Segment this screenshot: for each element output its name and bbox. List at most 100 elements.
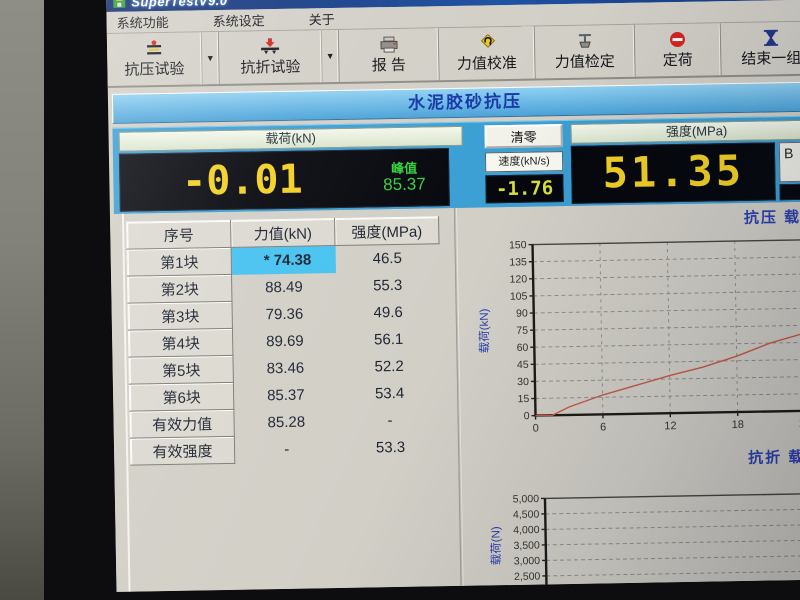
force-cell[interactable]: 83.46: [233, 354, 337, 383]
end-group-icon: [763, 28, 779, 46]
hold-load-button[interactable]: 定荷: [635, 23, 722, 76]
toolbar: 抗压试验 ▼ 抗折试验 ▼ 报 告: [107, 22, 800, 88]
compression-test-group: 抗压试验 ▼: [107, 32, 220, 86]
strength-label: 强度(MPa): [570, 120, 800, 144]
row-label: 第3块: [128, 301, 232, 330]
force-cell[interactable]: 85.37: [233, 381, 337, 410]
force-calibrate-icon: [477, 33, 495, 51]
svg-text:3,500: 3,500: [513, 540, 540, 552]
svg-text:5,000: 5,000: [513, 493, 540, 505]
row-label: 第1块: [127, 247, 231, 276]
svg-text:3,000: 3,000: [514, 555, 541, 567]
load-lcd: -0.01 峰值 85.37: [119, 148, 450, 212]
speed-value: -1.76: [485, 174, 563, 203]
menu-item-system-settings[interactable]: 系统设定: [212, 10, 264, 30]
peak-value: 85.37: [364, 175, 444, 195]
force-cell[interactable]: 85.28: [234, 408, 338, 437]
flexural-test-icon: [259, 37, 281, 55]
svg-text:150: 150: [509, 239, 527, 251]
photo-of-monitor: SuperTestV9.0 系统功能 系统设定 关于 抗压试验 ▼: [0, 0, 800, 600]
header-force: 力值(kN): [231, 219, 335, 248]
load-display-group: 载荷(kN) -0.01 峰值 85.37: [119, 126, 464, 212]
compression-test-dropdown[interactable]: ▼: [202, 32, 219, 84]
header-strength: 强度(MPa): [335, 217, 439, 246]
svg-text:载荷(N): 载荷(N): [489, 526, 503, 565]
speed-group: 清零 速度(kN/s) -1.76: [484, 124, 563, 203]
row-label: 第2块: [128, 274, 232, 303]
force-cell[interactable]: 79.36: [232, 300, 336, 329]
results-panel: 序号 力值(kN) 强度(MPa) 第1块 * 74.38 46.5 第2块 8…: [122, 208, 461, 592]
force-cell[interactable]: 88.49: [232, 273, 336, 302]
main-area: 序号 力值(kN) 强度(MPa) 第1块 * 74.38 46.5 第2块 8…: [110, 202, 800, 592]
force-cell[interactable]: -: [234, 435, 338, 464]
row-label: 第6块: [129, 382, 233, 411]
partial-edge-button[interactable]: B: [779, 142, 800, 183]
compression-test-icon: [144, 39, 164, 57]
flexural-test-group: 抗折试验 ▼: [219, 30, 340, 84]
compression-test-label: 抗压试验: [124, 58, 184, 80]
selected-force-cell[interactable]: * 74.38: [231, 246, 335, 275]
flexural-test-button[interactable]: 抗折试验: [219, 30, 323, 84]
zero-clear-button[interactable]: 清零: [484, 124, 562, 148]
flexural-chart: 2,0002,5003,0003,5004,0004,5005,000载荷(N): [467, 467, 800, 591]
end-group-label: 结束一组: [741, 47, 800, 69]
background-wall: [0, 0, 44, 600]
strength-cell[interactable]: 53.3: [338, 433, 442, 462]
row-label: 第4块: [128, 328, 232, 357]
compression-test-button[interactable]: 抗压试验: [107, 32, 203, 86]
window-title: SuperTestV9.0: [131, 0, 228, 10]
svg-text:0: 0: [533, 423, 539, 435]
strength-cell[interactable]: 56.1: [336, 325, 440, 354]
strength-display-group: 强度(MPa) 51.35 B: [570, 120, 800, 204]
force-verify-button[interactable]: 力值检定: [535, 25, 636, 79]
flexural-chart-block: 抗折 载荷 2,0002,5003,0003,5004,0004,5005,00…: [466, 445, 800, 591]
results-table: 序号 力值(kN) 强度(MPa) 第1块 * 74.38 46.5 第2块 8…: [126, 216, 443, 465]
strength-cell[interactable]: 53.4: [337, 379, 441, 408]
speed-label: 速度(kN/s): [485, 151, 563, 172]
svg-text:75: 75: [516, 325, 528, 337]
load-value: -0.01: [120, 156, 365, 206]
flexural-test-dropdown[interactable]: ▼: [322, 30, 339, 82]
menu-item-about[interactable]: 关于: [308, 9, 334, 28]
strength-cell[interactable]: 49.6: [336, 298, 440, 327]
svg-text:6: 6: [600, 421, 606, 433]
table-row: 有效强度 - 53.3: [130, 433, 442, 465]
strength-cell[interactable]: -: [338, 406, 442, 435]
header-seq: 序号: [127, 220, 231, 249]
row-label: 第5块: [129, 355, 233, 384]
compression-chart-block: 抗压 载荷 015304560759010512013515006121824载…: [462, 206, 800, 452]
report-button[interactable]: 报 告: [339, 28, 440, 82]
printer-icon: [378, 35, 398, 53]
svg-text:105: 105: [510, 290, 528, 302]
compression-chart: 015304560759010512013515006121824载荷(kN): [462, 228, 800, 454]
svg-text:18: 18: [732, 419, 744, 431]
svg-text:30: 30: [517, 376, 529, 388]
report-label: 报 告: [372, 54, 407, 76]
svg-text:15: 15: [517, 393, 529, 405]
force-verify-label: 力值检定: [555, 50, 615, 72]
row-label: 有效强度: [130, 436, 234, 465]
end-group-button[interactable]: 结束一组: [721, 22, 800, 76]
svg-text:135: 135: [509, 256, 527, 268]
strength-cell[interactable]: 55.3: [336, 271, 440, 300]
svg-text:0: 0: [524, 410, 530, 422]
hold-load-icon: [669, 30, 686, 48]
force-calibrate-button[interactable]: 力值校准: [439, 27, 536, 81]
row-label: 有效力值: [130, 409, 234, 438]
svg-text:120: 120: [510, 273, 528, 285]
app-icon: [112, 0, 126, 10]
force-cell[interactable]: 89.69: [232, 327, 336, 356]
menu-item-system-functions[interactable]: 系统功能: [116, 12, 168, 32]
force-verify-icon: [575, 32, 593, 50]
strength-cell[interactable]: 46.5: [335, 244, 439, 273]
svg-text:载荷(kN): 载荷(kN): [478, 308, 492, 353]
svg-text:4,500: 4,500: [513, 509, 540, 521]
application-window: SuperTestV9.0 系统功能 系统设定 关于 抗压试验 ▼: [106, 0, 800, 592]
peak-readout: 峰值 85.37: [364, 161, 449, 195]
strength-value: 51.35: [571, 142, 776, 204]
svg-text:12: 12: [664, 420, 676, 432]
flexural-test-label: 抗折试验: [240, 56, 300, 78]
svg-text:45: 45: [517, 359, 529, 371]
svg-text:2,500: 2,500: [514, 571, 541, 583]
strength-cell[interactable]: 52.2: [337, 352, 441, 381]
